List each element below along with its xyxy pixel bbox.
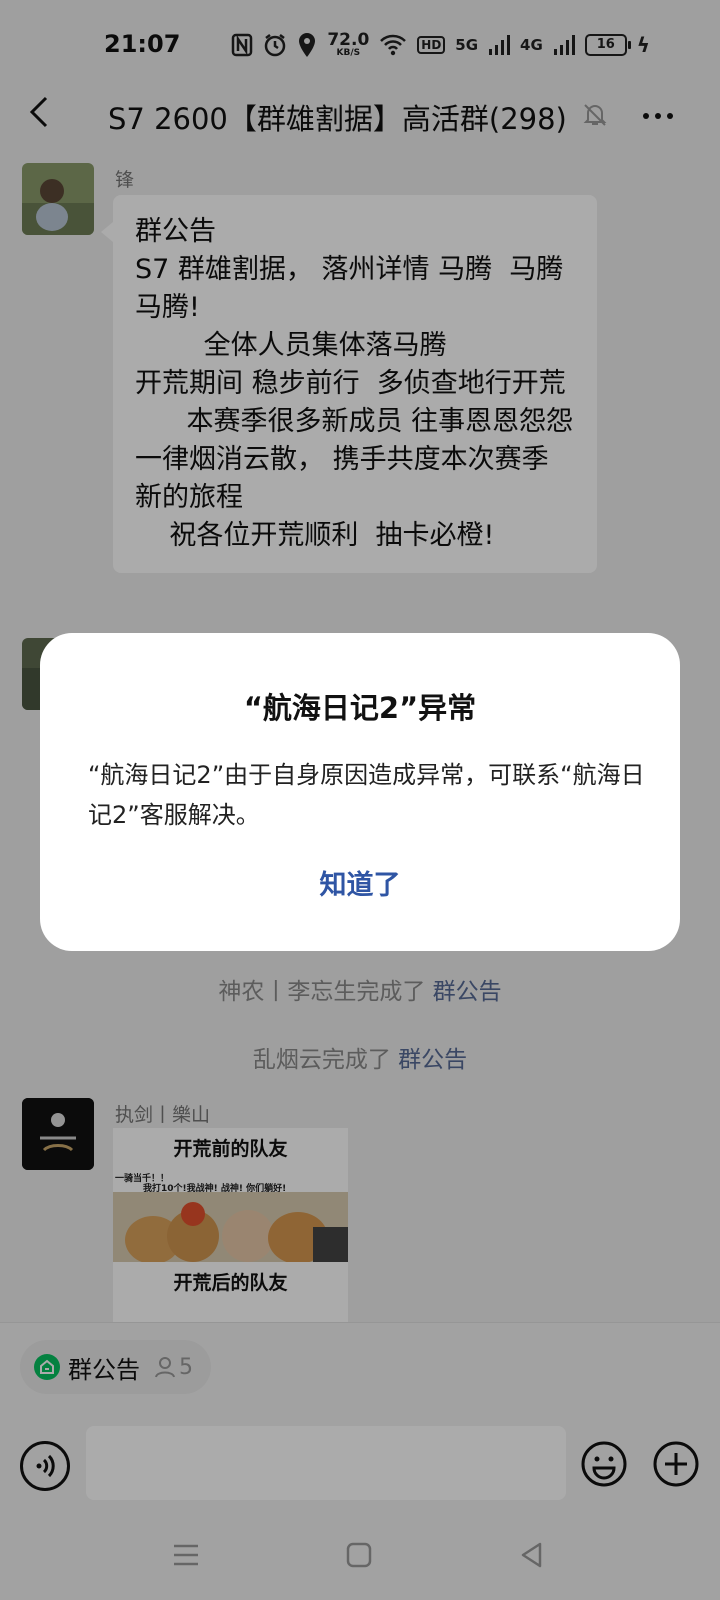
- dialog-message: “航海日记2”由于自身原因造成异常，可联系“航海日记2”客服解决。: [88, 761, 645, 829]
- dialog-ok-button[interactable]: 知道了: [260, 861, 460, 911]
- error-dialog: “航海日记2”异常 “航海日记2”由于自身原因造成异常，可联系“航海日记2”客服…: [40, 633, 680, 951]
- dialog-title: “航海日记2”异常: [243, 691, 477, 725]
